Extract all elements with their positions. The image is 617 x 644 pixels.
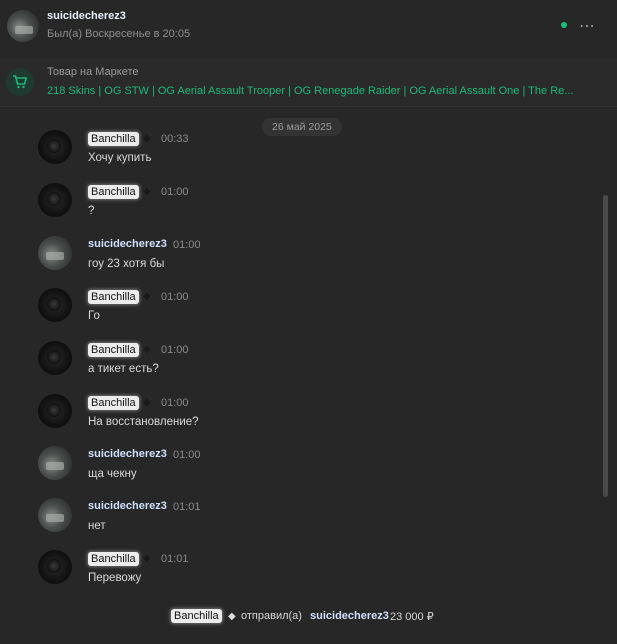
market-label: Товар на Маркете [47,66,139,78]
message: Banchilla ◆ 01:00 ? [0,183,600,231]
message-text: На восстановление? [88,416,199,428]
message: Banchilla ◆ 01:01 Перевожу [0,550,600,598]
message-time: 01:00 [161,291,189,303]
cart-icon [6,68,34,96]
transfer-notice: Banchilla ◆ отправил(а) suicidecherez3 2… [0,608,617,626]
message-time: 01:00 [173,449,201,461]
message-author[interactable]: Banchilla [88,185,139,199]
message-time: 01:00 [161,344,189,356]
chat-username[interactable]: suicidecherez3 [47,10,126,22]
message: suicidecherez3 01:01 нет [0,498,600,546]
message-time: 01:00 [161,397,189,409]
avatar[interactable] [38,550,72,584]
avatar[interactable] [38,341,72,375]
message-author[interactable]: Banchilla [88,290,139,304]
message-text: Хочу купить [88,152,152,164]
message-text: нет [88,520,106,532]
ethereum-icon: ◆ [143,553,151,564]
avatar[interactable] [38,236,72,270]
avatar[interactable] [7,10,39,42]
message-text: гоу 23 хотя бы [88,258,165,270]
ethereum-icon: ◆ [143,344,151,355]
message-text: ща чекну [88,468,137,480]
message-author[interactable]: Banchilla [88,552,139,566]
message-author[interactable]: suicidecherez3 [88,500,167,512]
message-text: а тикет есть? [88,363,159,375]
transfer-amount: 23 000 ₽ [390,611,434,623]
ethereum-icon: ◆ [143,291,151,302]
message-time: 01:01 [161,553,189,565]
message: suicidecherez3 01:00 ща чекну [0,446,600,494]
avatar[interactable] [38,394,72,428]
avatar[interactable] [38,130,72,164]
last-seen-status: Был(а) Воскресенье в 20:05 [47,28,191,40]
transfer-verb: отправил(а) [241,610,302,622]
message-author[interactable]: suicidecherez3 [88,238,167,250]
message-author[interactable]: Banchilla [88,132,139,146]
avatar[interactable] [38,446,72,480]
market-item-title[interactable]: 218 Skins | OG STW | OG Aerial Assault T… [47,85,607,97]
avatar[interactable] [38,288,72,322]
message-author[interactable]: suicidecherez3 [88,448,167,460]
message-list[interactable]: 26 май 2025 Banchilla ◆ 00:33 Хочу купит… [0,108,617,644]
message: suicidecherez3 01:00 гоу 23 хотя бы [0,236,600,284]
message-author[interactable]: Banchilla [88,343,139,357]
avatar[interactable] [38,183,72,217]
scrollbar[interactable] [603,195,608,497]
message: Banchilla ◆ 01:00 а тикет есть? [0,341,600,389]
ethereum-icon: ◆ [143,133,151,144]
message-time: 01:00 [161,186,189,198]
message-time: 00:33 [161,133,189,145]
message-time: 01:01 [173,501,201,513]
ethereum-icon: ◆ [228,611,236,622]
online-indicator [561,22,567,28]
market-item-banner[interactable]: Товар на Маркете 218 Skins | OG STW | OG… [0,58,617,107]
transfer-sender[interactable]: Banchilla [171,609,222,623]
transfer-recipient[interactable]: suicidecherez3 [310,610,389,622]
message-text: ? [88,205,95,217]
message-time: 01:00 [173,239,201,251]
message-text: Го [88,310,100,322]
message: Banchilla ◆ 00:33 Хочу купить [0,130,600,178]
chat-header: suicidecherez3 Был(а) Воскресенье в 20:0… [0,0,617,56]
avatar[interactable] [38,498,72,532]
message: Banchilla ◆ 01:00 Го [0,288,600,336]
ethereum-icon: ◆ [143,186,151,197]
more-icon[interactable]: ⋯ [579,16,596,36]
message-author[interactable]: Banchilla [88,396,139,410]
message: Banchilla ◆ 01:00 На восстановление? [0,394,600,442]
message-text: Перевожу [88,572,142,584]
ethereum-icon: ◆ [143,397,151,408]
